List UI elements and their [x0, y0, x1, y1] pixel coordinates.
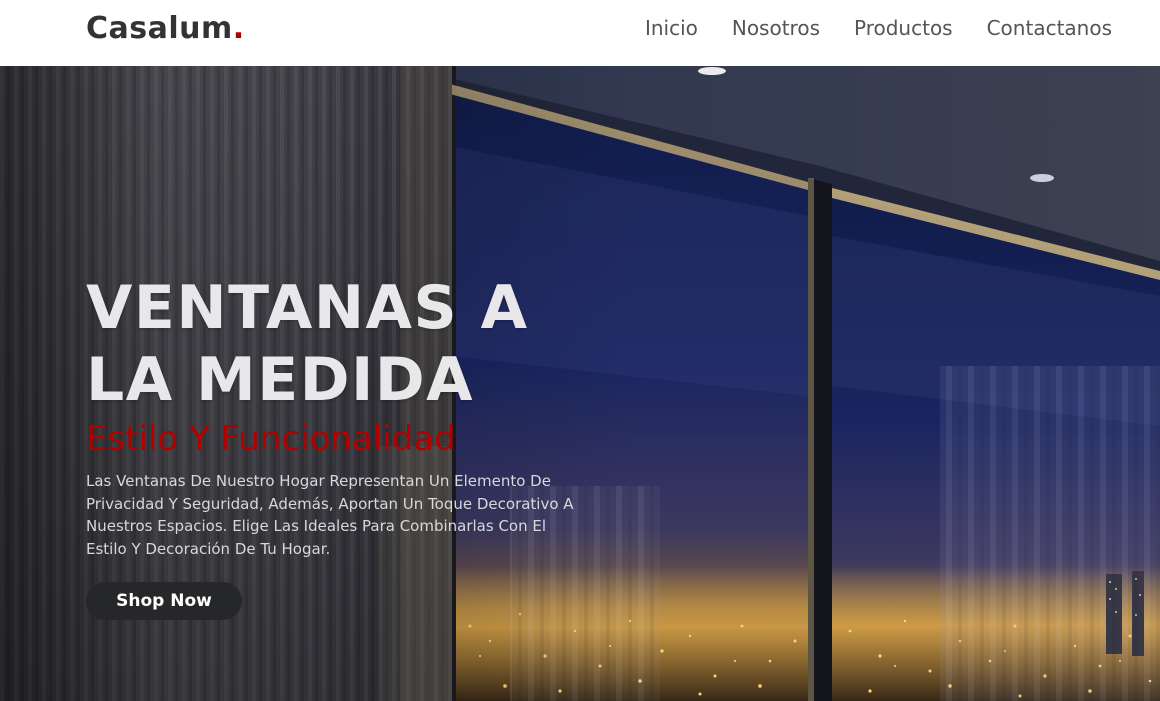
nav-link-contactanos[interactable]: Contactanos — [987, 14, 1112, 42]
hero-title: VENTANAS A LA MEDIDA — [86, 272, 606, 416]
nav-link-nosotros[interactable]: Nosotros — [732, 14, 820, 42]
nav-link-inicio[interactable]: Inicio — [645, 14, 698, 42]
nav-link-productos[interactable]: Productos — [854, 14, 953, 42]
main-nav: Inicio Nosotros Productos Contactanos — [645, 14, 1112, 42]
brand-logo[interactable]: Casalum. — [86, 10, 245, 48]
hero-content: VENTANAS A LA MEDIDA Estilo Y Funcionali… — [86, 272, 606, 620]
hero-subtitle: Estilo Y Funcionalidad — [86, 419, 456, 459]
hero-description: Las Ventanas De Nuestro Hogar Representa… — [86, 472, 574, 558]
hero-title-line2: LA MEDIDA — [86, 345, 475, 415]
hero-title-line1: VENTANAS A — [86, 273, 529, 343]
shop-now-button[interactable]: Shop Now — [86, 582, 242, 620]
hero-section: VENTANAS A LA MEDIDA Estilo Y Funcionali… — [0, 66, 1160, 701]
brand-dot: . — [232, 11, 245, 46]
brand-name: Casalum — [86, 11, 233, 46]
site-header: Casalum. Inicio Nosotros Productos Conta… — [0, 0, 1160, 66]
